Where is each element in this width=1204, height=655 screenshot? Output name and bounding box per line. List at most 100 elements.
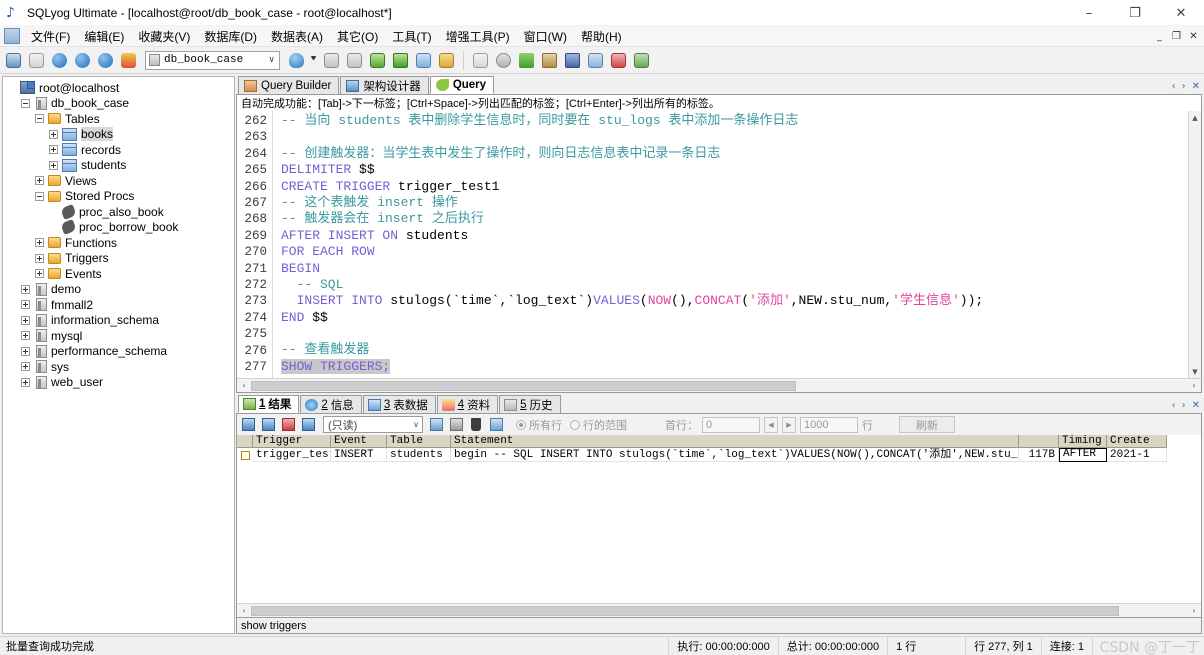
delete-row-icon[interactable]	[468, 416, 486, 433]
menu-item-edit[interactable]: 编辑(E)	[77, 26, 131, 47]
tree-node-root-localhost[interactable]: root@localhost	[3, 80, 234, 96]
grid-scroll-right-icon[interactable]: ›	[1187, 606, 1201, 615]
code-line[interactable]: CREATE TRIGGER trigger_test1	[281, 179, 1201, 195]
code-line[interactable]: -- 这个表触发 insert 操作	[281, 195, 1201, 211]
insert-row-icon[interactable]	[240, 416, 258, 433]
grid-cell[interactable]: students	[387, 448, 451, 462]
sql-code-area[interactable]: -- 当向 students 表中删除学生信息时，同时要在 stu_logs 表…	[273, 111, 1201, 378]
sql-formatter-icon[interactable]	[585, 50, 606, 71]
radio-row-range[interactable]: 行的范围	[570, 417, 627, 433]
first-row-input[interactable]	[702, 416, 760, 433]
expand-icon[interactable]	[35, 253, 44, 263]
tree-node-proc-also-book[interactable]: proc_also_book	[3, 203, 234, 220]
menu-item-file[interactable]: 文件(F)	[24, 26, 77, 47]
expand-icon[interactable]	[21, 331, 30, 341]
expand-icon[interactable]	[21, 300, 30, 310]
grid-cell[interactable]: AFTER	[1059, 448, 1107, 462]
tree-node-tables[interactable]: Tables	[3, 111, 234, 127]
database-selector[interactable]: db_book_case ∨	[145, 50, 280, 70]
tree-node-events[interactable]: Events	[3, 266, 234, 282]
menu-item-table[interactable]: 数据表(A)	[264, 26, 330, 47]
maximize-button[interactable]: ❐	[1112, 0, 1158, 26]
refresh-button[interactable]: 刷新	[899, 416, 955, 433]
menu-item-others[interactable]: 其它(O)	[330, 26, 385, 47]
chevron-down-icon[interactable]: ∨	[413, 420, 419, 429]
execute-all-queries-icon[interactable]	[72, 50, 93, 71]
user-dropdown-arrow-icon[interactable]	[309, 50, 319, 71]
refresh-object-browser-icon[interactable]	[470, 50, 491, 71]
grid-column-header[interactable]: Trigger	[253, 435, 331, 448]
menu-item-favorites[interactable]: 收藏夹(V)	[131, 26, 197, 47]
tree-node-mysql[interactable]: mysql	[3, 328, 234, 344]
result-tab-1[interactable]: 1 结果	[238, 395, 300, 413]
grid-horizontal-scrollbar[interactable]: ‹ ›	[237, 603, 1201, 617]
tree-node-triggers[interactable]: Triggers	[3, 251, 234, 267]
schema-key-icon[interactable]	[436, 50, 457, 71]
tree-node-db-book-case[interactable]: db_book_case	[3, 96, 234, 112]
export-results-icon[interactable]	[428, 416, 446, 433]
expand-icon[interactable]	[49, 160, 58, 170]
code-line[interactable]	[281, 326, 1201, 342]
result-tab-2[interactable]: 2 信息	[300, 395, 362, 413]
expand-icon[interactable]	[35, 176, 44, 186]
editor-horizontal-scrollbar[interactable]: ‹ ›	[237, 378, 1201, 392]
manage-keys-icon[interactable]	[631, 50, 652, 71]
save-changes-icon[interactable]	[280, 416, 298, 433]
grid-column-header[interactable]: Event	[331, 435, 387, 448]
code-line[interactable]: FOR EACH ROW	[281, 244, 1201, 260]
code-line[interactable]: -- 当向 students 表中删除学生信息时，同时要在 stu_logs 表…	[281, 113, 1201, 129]
tree-node-views[interactable]: Views	[3, 173, 234, 189]
code-line[interactable]: DELIMITER $$	[281, 162, 1201, 178]
tab-schema-designer[interactable]: 架构设计器	[340, 76, 429, 94]
tree-node-demo[interactable]: demo	[3, 282, 234, 298]
cancel-changes-icon[interactable]	[300, 416, 318, 433]
code-line[interactable]: -- 查看触发器	[281, 342, 1201, 358]
expand-icon[interactable]	[21, 284, 30, 294]
menu-item-tools[interactable]: 工具(T)	[385, 26, 438, 47]
expand-icon[interactable]	[49, 129, 58, 139]
chevron-down-icon[interactable]: ∨	[268, 55, 275, 65]
refresh-data-icon[interactable]	[488, 416, 506, 433]
sync-database-icon[interactable]	[493, 50, 514, 71]
collapse-icon[interactable]	[35, 114, 44, 124]
code-line[interactable]: BEGIN	[281, 261, 1201, 277]
grid-column-header[interactable]: Create	[1107, 435, 1167, 448]
collapse-icon[interactable]	[21, 98, 30, 108]
menu-item-powertools[interactable]: 增强工具(P)	[439, 26, 517, 47]
tree-node-proc-borrow-book[interactable]: proc_borrow_book	[3, 219, 234, 236]
result-tab-3[interactable]: 3 表数据	[362, 395, 436, 413]
copy-database-icon[interactable]	[562, 50, 583, 71]
grid-scroll-left-icon[interactable]: ‹	[237, 606, 251, 615]
tree-node-stored-procs[interactable]: Stored Procs	[3, 189, 234, 205]
schedule-backup-icon[interactable]	[608, 50, 629, 71]
tree-node-performance-schema[interactable]: performance_schema	[3, 344, 234, 360]
save-results-icon[interactable]	[448, 416, 466, 433]
editor-vertical-scrollbar[interactable]: ▲ ▼	[1188, 111, 1201, 378]
pager-next-icon[interactable]: ▶	[782, 416, 796, 433]
mdi-minimize-button[interactable]: _	[1151, 28, 1168, 44]
import-external-data-icon[interactable]	[367, 50, 388, 71]
code-line[interactable]: INSERT INTO stulogs(`time`,`log_text`)VA…	[281, 293, 1201, 309]
restore-database-icon[interactable]	[344, 50, 365, 71]
editor-hscroll-thumb[interactable]	[251, 381, 796, 391]
tab-nav-right-icon[interactable]: ›	[1182, 81, 1186, 92]
stop-query-icon[interactable]	[118, 50, 139, 71]
code-line[interactable]: AFTER INSERT ON students	[281, 228, 1201, 244]
radio-all-rows[interactable]: 所有行	[516, 417, 562, 433]
table-row[interactable]: trigger_test1INSERTstudentsbegin -- SQL …	[237, 448, 1201, 462]
grid-cell[interactable]: INSERT	[331, 448, 387, 462]
menu-item-database[interactable]: 数据库(D)	[197, 26, 264, 47]
backup-database-icon[interactable]	[321, 50, 342, 71]
expand-icon[interactable]	[21, 362, 30, 372]
expand-icon[interactable]	[35, 269, 44, 279]
tab-query[interactable]: Query	[429, 76, 495, 94]
expand-icon[interactable]	[21, 315, 30, 325]
tab-query-builder[interactable]: Query Builder	[238, 76, 340, 94]
menu-item-help[interactable]: 帮助(H)	[574, 26, 629, 47]
user-manager-icon[interactable]	[286, 50, 307, 71]
result-tab-nav-right-icon[interactable]: ›	[1182, 400, 1186, 411]
compare-data-icon[interactable]	[516, 50, 537, 71]
code-line[interactable]: -- SQL	[281, 277, 1201, 293]
code-line[interactable]: SHOW TRIGGERS;	[281, 358, 1201, 375]
readonly-mode-selector[interactable]: (只读) ∨	[323, 416, 423, 433]
